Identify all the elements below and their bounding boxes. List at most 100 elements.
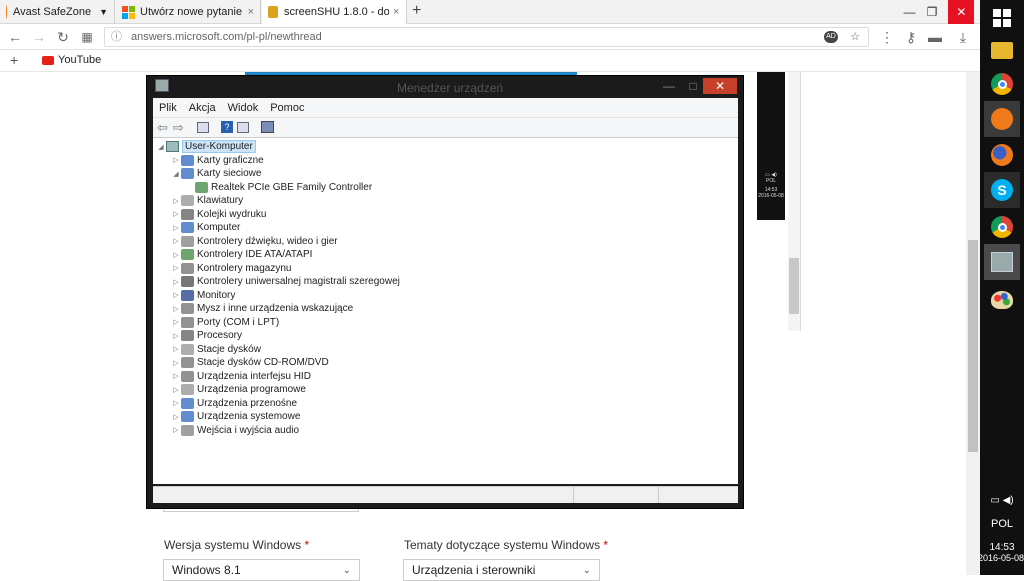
page-scrollbar-thumb[interactable] — [968, 240, 978, 452]
tree-category-item[interactable]: ▷ Monitory — [171, 289, 235, 302]
tab-avast-safezone[interactable]: Avast SafeZone ▼ — [0, 0, 115, 24]
taskbar-chrome[interactable] — [984, 66, 1020, 102]
expand-arrow-icon[interactable]: ▷ — [171, 210, 181, 218]
maximize-icon[interactable]: □ — [683, 79, 703, 93]
clock-date[interactable]: 2016-05-08 — [978, 553, 1024, 563]
expand-arrow-icon[interactable]: ▷ — [171, 156, 181, 164]
help-icon[interactable]: ? — [221, 121, 233, 133]
expand-arrow-icon[interactable]: ▷ — [171, 372, 181, 380]
menu-view[interactable]: Widok — [222, 102, 265, 114]
language-indicator[interactable]: POL — [980, 518, 1024, 530]
tree-root[interactable]: ◢ User-Komputer — [156, 140, 256, 153]
tree-category-item[interactable]: ▷ Wejścia i wyjścia audio — [171, 424, 299, 437]
close-window-icon[interactable]: ✕ — [948, 0, 975, 24]
windows-version-select[interactable]: Windows 8.1 ⌄ — [163, 559, 360, 581]
expand-arrow-icon[interactable]: ▷ — [171, 345, 181, 353]
taskbar-firefox[interactable] — [984, 137, 1020, 173]
menu-dots-icon[interactable]: ⋮ — [878, 28, 896, 46]
taskbar-file-explorer[interactable] — [984, 32, 1020, 68]
tree-category-item[interactable]: ▷ Urządzenia systemowe — [171, 410, 300, 423]
tree-category-item[interactable]: ▷ Urządzenia interfejsu HID — [171, 370, 311, 383]
info-icon[interactable]: ⓘ — [111, 28, 122, 46]
expand-arrow-icon[interactable]: ▷ — [171, 332, 181, 340]
scan-hardware-icon[interactable] — [261, 121, 274, 133]
tree-category-item[interactable]: ▷ Urządzenia przenośne — [171, 397, 297, 410]
maximize-icon[interactable]: ❐ — [927, 5, 938, 19]
forward-arrow-icon[interactable]: ⇨ — [173, 120, 184, 136]
tree-category-item[interactable]: ▷ Procesory — [171, 329, 242, 342]
expand-arrow-icon[interactable]: ▷ — [171, 291, 181, 299]
inner-scrollbar[interactable] — [788, 72, 800, 331]
back-arrow-icon[interactable]: ⇦ — [157, 120, 168, 136]
tree-category-item[interactable]: ▷ Stacje dysków CD-ROM/DVD — [171, 356, 329, 369]
add-bookmark-icon[interactable]: + — [10, 52, 18, 68]
tree-category-item[interactable]: ▷ Urządzenia programowe — [171, 383, 306, 396]
expand-arrow-icon[interactable]: ▷ — [171, 318, 181, 326]
bookmark-star-icon[interactable]: ☆ — [850, 28, 860, 46]
back-arrow-icon[interactable]: ← — [6, 28, 24, 46]
minimize-icon[interactable]: — — [904, 5, 916, 19]
new-tab-button[interactable]: + — [412, 2, 421, 20]
tray-icons[interactable]: ▭ ◀) — [980, 495, 1024, 506]
minimize-icon[interactable]: — — [655, 79, 683, 93]
collapse-arrow-icon[interactable]: ◢ — [156, 143, 166, 151]
expand-arrow-icon[interactable]: ▷ — [171, 251, 181, 259]
view-icon[interactable] — [237, 122, 249, 133]
topics-select[interactable]: Urządzenia i sterowniki ⌄ — [403, 559, 600, 581]
menu-help[interactable]: Pomoc — [264, 102, 310, 114]
page-scrollbar[interactable] — [966, 72, 980, 575]
tree-category-item[interactable]: ▷ Klawiatury — [171, 194, 243, 207]
expand-arrow-icon[interactable]: ▷ — [171, 224, 181, 232]
expand-arrow-icon[interactable]: ▷ — [171, 305, 181, 313]
tree-category-item[interactable]: ▷ Stacje dysków — [171, 343, 261, 356]
menu-action[interactable]: Akcja — [183, 102, 222, 114]
expand-arrow-icon[interactable]: ▷ — [171, 426, 181, 434]
tree-category-item[interactable]: ▷ Kontrolery uniwersalnej magistrali szer… — [171, 275, 400, 288]
inner-scrollbar-thumb[interactable] — [789, 258, 799, 314]
forward-arrow-icon[interactable]: → — [30, 28, 48, 46]
expand-arrow-icon[interactable]: ▷ — [171, 399, 181, 407]
tree-category-item[interactable]: ▷ Karty graficzne — [171, 154, 264, 167]
tree-category-item[interactable]: ▷ Komputer — [171, 221, 240, 234]
reload-icon[interactable]: ↻ — [54, 28, 72, 46]
expand-arrow-icon[interactable]: ▷ — [171, 386, 181, 394]
chevron-down-icon[interactable]: ▼ — [99, 7, 108, 17]
tree-category-item[interactable]: ▷ Mysz i inne urządzenia wskazujące — [171, 302, 353, 315]
close-window-icon[interactable]: ✕ — [703, 78, 737, 94]
tab-screenshu[interactable]: screenSHU 1.8.0 - dobrep × — [262, 0, 407, 24]
taskbar-device-manager[interactable] — [984, 244, 1020, 280]
url-text: answers.microsoft.com/pl-pl/newthread — [131, 31, 322, 43]
bookmark-youtube[interactable]: YouTube — [42, 54, 101, 66]
key-icon[interactable]: ⚷ — [902, 28, 920, 46]
close-tab-icon[interactable]: × — [248, 6, 254, 18]
taskbar-paint[interactable] — [984, 282, 1020, 318]
tree-category-item[interactable]: ◢ Karty sieciowe — [171, 167, 261, 180]
tree-category-item[interactable]: ▷ Kolejki wydruku — [171, 208, 266, 221]
start-button[interactable] — [984, 0, 1020, 36]
tree-category-item[interactable]: ▷ Kontrolery dźwięku, wideo i gier — [171, 235, 338, 248]
expand-arrow-icon[interactable]: ▷ — [171, 264, 181, 272]
tree-category-item[interactable]: ▷ Porty (COM i LPT) — [171, 316, 279, 329]
properties-icon[interactable] — [197, 122, 209, 133]
wallet-icon[interactable]: ▬ — [926, 28, 944, 46]
close-tab-icon[interactable]: × — [393, 6, 399, 18]
expand-arrow-icon[interactable]: ▷ — [171, 237, 181, 245]
download-icon[interactable]: ⤓ — [954, 28, 972, 46]
menu-file[interactable]: Plik — [153, 102, 183, 114]
clock-time[interactable]: 14:53 — [980, 542, 1024, 553]
taskbar-chrome-2[interactable] — [984, 209, 1020, 245]
expand-arrow-icon[interactable]: ▷ — [171, 278, 181, 286]
apps-grid-icon[interactable]: ▦ — [78, 28, 96, 46]
expand-arrow-icon[interactable]: ▷ — [171, 197, 181, 205]
expand-arrow-icon[interactable]: ▷ — [171, 359, 181, 367]
tree-device-item[interactable]: Realtek PCIe GBE Family Controller — [185, 181, 372, 194]
adblock-icon[interactable]: AD — [824, 31, 838, 43]
tree-category-item[interactable]: ▷ Kontrolery IDE ATA/ATAPI — [171, 248, 312, 261]
taskbar-skype[interactable]: S — [984, 172, 1020, 208]
collapse-arrow-icon[interactable]: ◢ — [171, 170, 181, 178]
expand-arrow-icon[interactable]: ▷ — [171, 413, 181, 421]
tab-new-question[interactable]: Utwórz nowe pytanie lub d × — [116, 0, 261, 24]
address-bar[interactable]: ⓘ answers.microsoft.com/pl-pl/newthread … — [104, 27, 869, 47]
taskbar-avast[interactable] — [984, 101, 1020, 137]
tree-category-item[interactable]: ▷ Kontrolery magazynu — [171, 262, 292, 275]
